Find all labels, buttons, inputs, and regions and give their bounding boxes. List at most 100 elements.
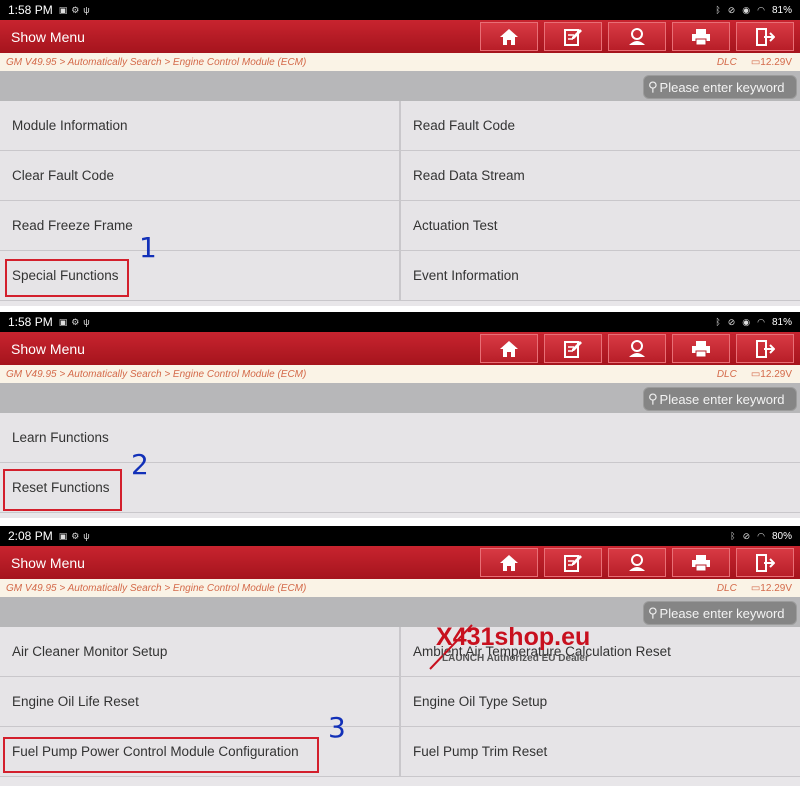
exit-icon: [756, 553, 775, 572]
menu-item-module-information[interactable]: Module Information: [0, 101, 399, 150]
connection-info: DLC ▭12.29V: [717, 53, 792, 71]
page-title: Show Menu: [11, 28, 85, 45]
battery-level: 81%: [771, 316, 792, 328]
menu-item-engine-oil-type-setup[interactable]: Engine Oil Type Setup: [399, 677, 800, 726]
location-icon: ◉: [742, 4, 751, 15]
user-button[interactable]: [608, 548, 666, 577]
breadcrumb: GM V49.95 > Automatically Search > Engin…: [0, 365, 800, 383]
page-title: Show Menu: [11, 554, 85, 571]
highlight-box: [5, 259, 129, 297]
image-icon: ▣: [58, 4, 68, 15]
home-button[interactable]: [480, 334, 538, 363]
voltage-readout: ▭12.29V: [751, 583, 792, 594]
usb-icon: ψ: [83, 4, 90, 15]
voltage-readout: ▭12.29V: [751, 369, 792, 380]
breadcrumb-path: GM V49.95 > Automatically Search > Engin…: [6, 582, 307, 594]
status-bar: 1:58 PM ▣ ⚙ ψ ᛒ ⊘ ◉ ◠ 81%: [0, 0, 800, 20]
print-button[interactable]: [672, 334, 730, 363]
menu-grid: Module Information Read Fault Code Clear…: [0, 101, 800, 301]
menu-item-ambient-air-temperature-calculation-reset[interactable]: Ambient Air Temperature Calculation Rese…: [399, 627, 800, 676]
breadcrumb: GM V49.95 > Automatically Search > Engin…: [0, 53, 800, 71]
settings-icon: ⚙: [71, 316, 80, 327]
print-icon: [692, 554, 710, 571]
menu-row: Read Freeze Frame Actuation Test: [0, 201, 800, 251]
home-icon: [500, 28, 518, 45]
print-button[interactable]: [672, 22, 730, 51]
edit-button[interactable]: [544, 22, 602, 51]
page-title: Show Menu: [11, 340, 85, 357]
step-number: 3: [328, 711, 346, 744]
voltage-value: 12.29V: [760, 368, 792, 380]
search-placeholder: Please enter keyword: [659, 605, 785, 621]
menu-item-event-information[interactable]: Event Information: [399, 251, 800, 300]
bluetooth-icon: ᛒ: [730, 531, 736, 541]
status-right: ᛒ ⊘ ◠ 80%: [730, 526, 792, 546]
menu-item-air-cleaner-monitor-setup[interactable]: Air Cleaner Monitor Setup: [0, 627, 399, 676]
connection-info: DLC ▭12.29V: [717, 365, 792, 383]
menu-row: Air Cleaner Monitor Setup Ambient Air Te…: [0, 627, 800, 677]
menu-grid: Air Cleaner Monitor Setup Ambient Air Te…: [0, 627, 800, 777]
menu-item-actuation-test[interactable]: Actuation Test: [399, 201, 800, 250]
print-button[interactable]: [672, 548, 730, 577]
search-row: ⚲ Please enter keyword: [0, 71, 800, 101]
status-time: 2:08 PM: [8, 529, 53, 543]
battery-icon: ▭: [750, 56, 761, 68]
search-input[interactable]: ⚲ Please enter keyword: [643, 75, 797, 99]
menu-item-clear-fault-code[interactable]: Clear Fault Code: [0, 151, 399, 200]
home-button[interactable]: [480, 22, 538, 51]
menu-row: Engine Oil Life Reset Engine Oil Type Se…: [0, 677, 800, 727]
menu-item-read-data-stream[interactable]: Read Data Stream: [399, 151, 800, 200]
user-button[interactable]: [608, 334, 666, 363]
breadcrumb-path: GM V49.95 > Automatically Search > Engin…: [6, 56, 307, 68]
user-icon: [629, 27, 645, 45]
menu-item-read-freeze-frame[interactable]: Read Freeze Frame: [0, 201, 399, 250]
edit-icon: [564, 554, 582, 572]
edit-button[interactable]: [544, 548, 602, 577]
status-bar: 2:08 PM ▣ ⚙ ψ ᛒ ⊘ ◠ 80%: [0, 526, 800, 546]
exit-button[interactable]: [736, 22, 794, 51]
menu-item-learn-functions[interactable]: Learn Functions: [0, 413, 800, 462]
exit-button[interactable]: [736, 548, 794, 577]
user-icon: [629, 339, 645, 357]
user-icon: [629, 553, 645, 571]
battery-icon: ▭: [750, 368, 761, 380]
search-input[interactable]: ⚲ Please enter keyword: [643, 387, 797, 411]
notification-icons: ▣ ⚙ ψ: [59, 531, 90, 542]
settings-icon: ⚙: [71, 530, 80, 541]
user-button[interactable]: [608, 22, 666, 51]
image-icon: ▣: [58, 530, 68, 541]
title-bar: Show Menu: [0, 546, 800, 579]
menu-row: Learn Functions: [0, 413, 800, 463]
status-time: 1:58 PM: [8, 3, 53, 17]
search-icon: ⚲: [648, 79, 658, 94]
highlight-box: [3, 737, 319, 773]
search-input[interactable]: ⚲ Please enter keyword: [643, 601, 797, 625]
toolbar: [480, 22, 794, 51]
status-time: 1:58 PM: [8, 315, 53, 329]
dlc-label: DLC: [716, 582, 737, 594]
voltage-value: 12.29V: [760, 582, 792, 594]
menu-item-fuel-pump-trim-reset[interactable]: Fuel Pump Trim Reset: [399, 727, 800, 776]
highlight-box: [3, 469, 122, 511]
search-placeholder: Please enter keyword: [659, 391, 785, 407]
menu-item-read-fault-code[interactable]: Read Fault Code: [399, 101, 800, 150]
exit-icon: [756, 27, 775, 46]
bluetooth-icon: ᛒ: [715, 5, 721, 15]
settings-icon: ⚙: [71, 4, 80, 15]
edit-icon: [564, 28, 582, 46]
usb-icon: ψ: [83, 316, 90, 327]
screen-panel-1: 1:58 PM ▣ ⚙ ψ ᛒ ⊘ ◉ ◠ 81% Show Menu GM V49…: [0, 0, 800, 306]
search-row: ⚲ Please enter keyword: [0, 383, 800, 413]
title-bar: Show Menu: [0, 332, 800, 365]
battery-level: 81%: [771, 4, 792, 16]
status-bar: 1:58 PM ▣ ⚙ ψ ᛒ ⊘ ◉ ◠ 81%: [0, 312, 800, 332]
search-placeholder: Please enter keyword: [659, 79, 785, 95]
screen-panel-3: 2:08 PM ▣ ⚙ ψ ᛒ ⊘ ◠ 80% Show Menu GM V49.9…: [0, 526, 800, 786]
toolbar: [480, 334, 794, 363]
edit-button[interactable]: [544, 334, 602, 363]
home-button[interactable]: [480, 548, 538, 577]
menu-grid: Learn Functions Reset Functions 2: [0, 413, 800, 513]
exit-button[interactable]: [736, 334, 794, 363]
home-icon: [500, 554, 518, 571]
toolbar: [480, 548, 794, 577]
